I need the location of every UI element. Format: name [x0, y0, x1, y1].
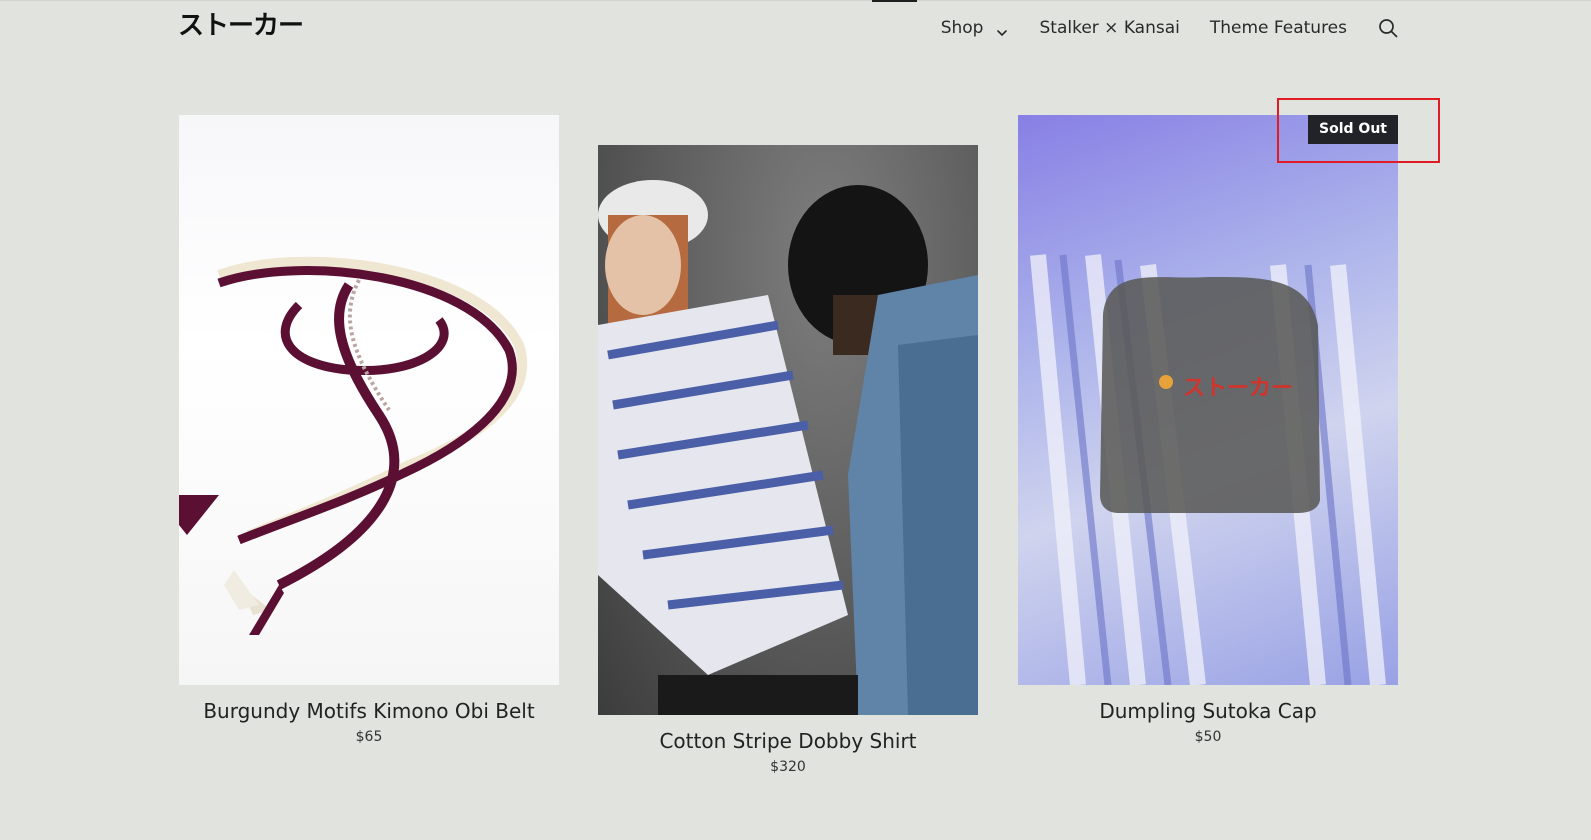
- product-price: $320: [770, 759, 806, 775]
- search-button[interactable]: [1377, 17, 1399, 39]
- product-card[interactable]: Cotton Stripe Dobby Shirt $320: [598, 145, 978, 775]
- cap-illustration: ストーカー: [1030, 254, 1386, 685]
- product-image-dobby-shirt[interactable]: [598, 145, 978, 715]
- product-title[interactable]: Burgundy Motifs Kimono Obi Belt: [179, 699, 559, 723]
- models-illustration: [598, 180, 978, 715]
- nav-item-label: Stalker × Kansai: [1039, 18, 1180, 38]
- product-title[interactable]: Dumpling Sutoka Cap: [1018, 699, 1398, 723]
- nav-item-label: Shop: [940, 18, 984, 38]
- chevron-down-icon: [995, 21, 1009, 37]
- obi-belt-illustration: [179, 256, 527, 635]
- nav-item-stalker-kansai[interactable]: Stalker × Kansai: [1039, 14, 1179, 42]
- cap-print: ストーカー: [1183, 376, 1293, 401]
- product-title[interactable]: Cotton Stripe Dobby Shirt: [598, 729, 978, 753]
- site-logo[interactable]: ストーカー: [178, 8, 304, 44]
- product-card[interactable]: Burgundy Motifs Kimono Obi Belt $65: [179, 115, 559, 745]
- nav-item-shop[interactable]: Shop: [941, 14, 1010, 42]
- product-image-obi-belt[interactable]: [179, 115, 559, 685]
- product-image-sutoka-cap[interactable]: ストーカー Sold Out: [1018, 115, 1398, 685]
- product-price: $65: [355, 729, 383, 745]
- product-card[interactable]: ストーカー Sold Out Dumpling Sutoka Cap $50: [1018, 115, 1398, 745]
- nav-item-theme-features[interactable]: Theme Features: [1210, 14, 1347, 42]
- search-icon: [1379, 19, 1398, 38]
- product-price: $50: [1194, 729, 1222, 745]
- site-header: ストーカー Shop Stalker × Kansai Theme Featur…: [0, 0, 1591, 56]
- nav-item-label: Theme Features: [1209, 18, 1347, 38]
- highlight-box: [1277, 98, 1440, 163]
- main-nav: Shop Stalker × Kansai Theme Features: [941, 14, 1399, 42]
